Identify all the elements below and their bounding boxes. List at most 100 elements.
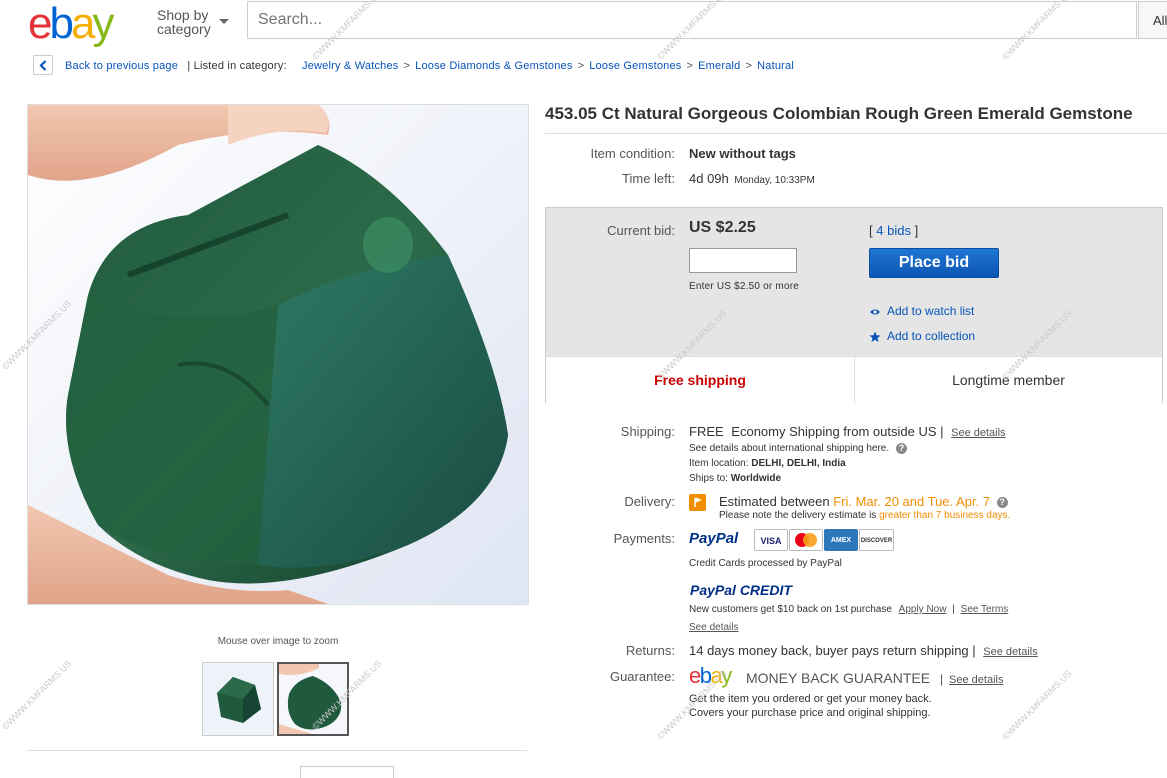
thumbnail-1[interactable] [202, 662, 274, 736]
emerald-thumbnail [203, 663, 273, 735]
breadcrumb-natural[interactable]: Natural [757, 60, 794, 72]
shop-by-category-button[interactable]: Shop by category [157, 7, 229, 37]
guarantee-row: MONEY BACK GUARANTEE | See details [746, 670, 1004, 686]
time-left-label: Time left: [622, 171, 675, 186]
delivery-estimate: Estimated between Fri. Mar. 20 and Tue. … [719, 494, 1008, 509]
condition-label: Item condition: [590, 146, 675, 161]
bracket-open: [ [869, 223, 873, 238]
listed-in-label: | Listed in category: [187, 60, 287, 72]
mastercard-icon [789, 529, 823, 551]
chevron-left-icon [39, 60, 47, 71]
current-bid-value: US $2.25 [689, 219, 756, 236]
bracket-close: ] [914, 223, 919, 238]
shop-by-label: Shop by [157, 7, 209, 23]
promo-strip: Free shipping Longtime member [546, 356, 1162, 403]
delivery-note-prefix: Please note the delivery estimate is [719, 510, 877, 521]
add-to-watch-list[interactable]: Add to watch list [869, 304, 974, 318]
caret-down-icon [219, 19, 229, 24]
intl-shipping-note[interactable]: See details about international shipping… [689, 443, 889, 454]
ships-to-label: Ships to: [689, 473, 728, 484]
bid-amount-input[interactable] [689, 248, 797, 273]
delivery-dates: Fri. Mar. 20 and Tue. Apr. 7 [833, 494, 991, 509]
paypal-credit-logo: PayPal CREDIT [690, 582, 792, 598]
visa-card-icon: VISA [754, 529, 788, 551]
ships-to-row: Ships to: Worldwide [689, 473, 781, 484]
logo-letter-b: b [49, 0, 74, 48]
payments-see-details[interactable]: See details [689, 622, 738, 633]
watch-list-link[interactable]: Add to watch list [887, 304, 974, 318]
current-bid-label: Current bid: [607, 223, 675, 238]
guarantee-title: MONEY BACK GUARANTEE [746, 670, 931, 686]
returns-row: 14 days money back, buyer pays return sh… [689, 643, 1038, 658]
intl-note-row: See details about international shipping… [689, 443, 907, 454]
returns-label: Returns: [625, 643, 675, 658]
category-label: category [157, 21, 211, 37]
breadcrumb-separator: > [577, 60, 585, 72]
time-left-end: Monday, 10:33PM [734, 175, 815, 186]
returns-value: 14 days money back, buyer pays return sh… [689, 643, 976, 658]
free-shipping-badge: Free shipping [654, 372, 746, 388]
logo-letter-y: y [92, 0, 114, 48]
delivery-note-emphasis: greater than 7 business days. [879, 510, 1011, 521]
credit-row: New customers get $10 back on 1st purcha… [689, 604, 1009, 615]
help-icon[interactable]: ? [996, 497, 1008, 509]
credit-note: New customers get $10 back on 1st purcha… [689, 604, 892, 615]
see-terms-link[interactable]: See Terms [961, 604, 1009, 615]
discover-card-icon: DISCOVER [859, 529, 894, 551]
breadcrumb-loose-gemstones[interactable]: Loose Gemstones [589, 60, 681, 72]
delivery-label: Delivery: [624, 494, 675, 509]
shipping-free: FREE [689, 424, 724, 439]
payments-label: Payments: [613, 531, 675, 546]
add-to-collection[interactable]: Add to collection [869, 329, 975, 343]
time-left-row: 4d 09h Monday, 10:33PM [689, 171, 815, 186]
help-icon[interactable]: ? [895, 443, 907, 454]
breadcrumb-loose-diamonds[interactable]: Loose Diamonds & Gemstones [415, 60, 572, 72]
location-value: DELHI, DELHI, India [751, 458, 846, 469]
item-location-row: Item location: DELHI, DELHI, India [689, 458, 846, 469]
bids-count: [ 4 bids ] [869, 223, 918, 238]
apply-now-link[interactable]: Apply Now [899, 604, 947, 615]
paypal-logo: PayPal [689, 530, 739, 547]
guarantee-line-1: Get the item you ordered or get your mon… [689, 693, 932, 705]
shipping-row: FREE Economy Shipping from outside US | … [689, 424, 1006, 439]
eye-icon [870, 309, 880, 315]
delivery-flag-icon [689, 494, 706, 511]
back-button[interactable] [33, 55, 53, 75]
bids-link[interactable]: 4 bids [876, 223, 911, 238]
listing-title: 453.05 Ct Natural Gorgeous Colombian Rou… [545, 104, 1133, 123]
logo-letter-e: e [28, 0, 53, 48]
shipping-see-details[interactable]: See details [951, 427, 1005, 439]
condition-value: New without tags [689, 146, 796, 161]
star-icon [869, 331, 881, 342]
bid-hint: Enter US $2.50 or more [689, 281, 800, 292]
emerald-photo [28, 105, 528, 604]
delivery-prefix: Estimated between [719, 494, 830, 509]
breadcrumb-separator: > [403, 60, 411, 72]
partial-box [300, 766, 394, 778]
main-product-image[interactable] [27, 104, 529, 605]
all-categories-select[interactable]: All [1138, 1, 1167, 39]
ebay-logo[interactable]: ebay [28, 0, 114, 48]
guarantee-see-details[interactable]: See details [949, 674, 1003, 686]
delivery-note: Please note the delivery estimate is gre… [719, 510, 1010, 521]
title-divider [545, 133, 1167, 134]
back-to-previous-link[interactable]: Back to previous page [65, 60, 178, 72]
shipping-method: Economy Shipping from outside US | [731, 424, 944, 439]
returns-see-details[interactable]: See details [983, 646, 1037, 658]
breadcrumb-separator: > [686, 60, 694, 72]
location-label: Item location: [689, 458, 749, 469]
guarantee-label: Guarantee: [609, 669, 675, 684]
zoom-hint: Mouse over image to zoom [217, 636, 339, 647]
amex-card-icon: AMEX [824, 529, 858, 551]
place-bid-button[interactable]: Place bid [869, 248, 999, 278]
watermark: ©WWW.KMFARMS.US [0, 658, 74, 732]
collection-link[interactable]: Add to collection [887, 329, 975, 343]
watermark: ©WWW.KMFARMS.US [1000, 668, 1074, 742]
ships-to-value: Worldwide [730, 473, 782, 484]
guarantee-line-2: Covers your purchase price and original … [689, 707, 931, 719]
shipping-label: Shipping: [620, 424, 675, 439]
breadcrumb-emerald[interactable]: Emerald [698, 60, 740, 72]
time-left-value: 4d 09h [689, 171, 729, 186]
card-note: Credit Cards processed by PayPal [689, 558, 842, 569]
breadcrumb: Back to previous page | Listed in catego… [65, 60, 794, 72]
